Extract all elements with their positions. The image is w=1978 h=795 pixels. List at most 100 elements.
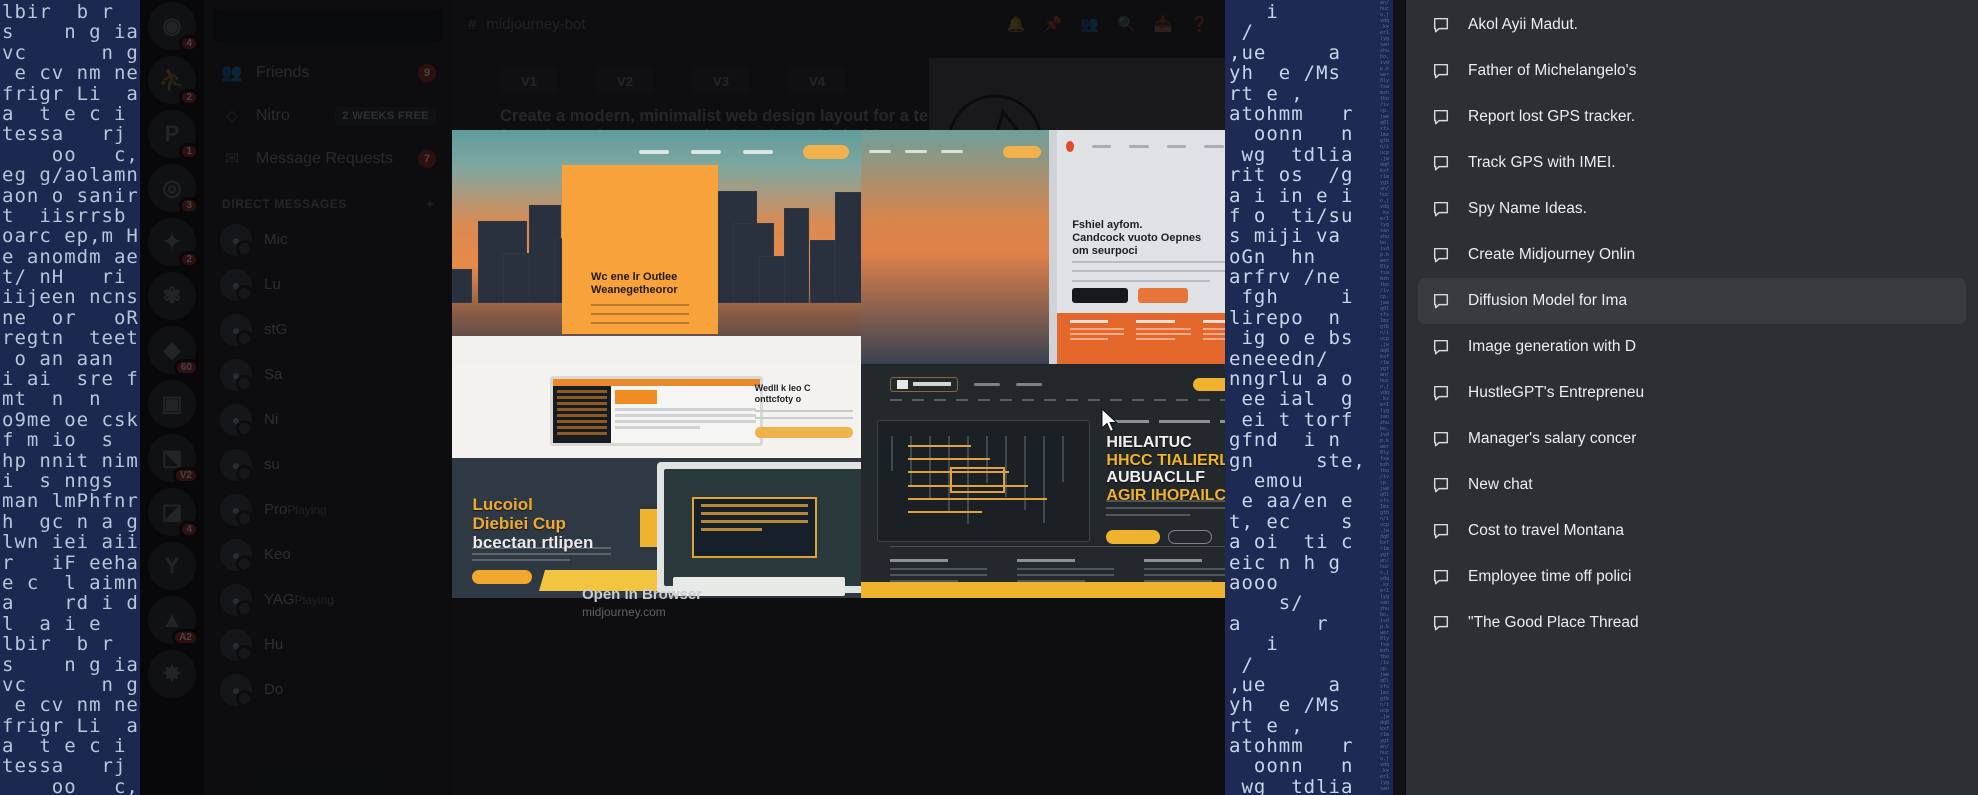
conversation-title: Track GPS with IMEI. bbox=[1468, 154, 1616, 171]
open-in-browser-link[interactable]: Open in Browser midjourney.com bbox=[582, 586, 702, 619]
pin-icon[interactable]: 📌 bbox=[1044, 15, 1063, 33]
server-icon-server-blue[interactable]: ◆ 60 bbox=[148, 326, 199, 376]
conversation-item[interactable]: Spy Name Ideas. bbox=[1418, 186, 1966, 232]
code-line: s n g ia bbox=[2, 21, 139, 44]
code-line: f m io s a bbox=[2, 429, 140, 452]
grid-image-1[interactable]: Wc ene lr Outlee Weanegetheoror bbox=[452, 130, 861, 364]
hero-line1-4: HIELAITUC bbox=[1106, 434, 1192, 452]
chat-bubble-icon bbox=[1433, 385, 1449, 401]
server-icon-server-home[interactable]: ◉ 4 bbox=[148, 2, 199, 52]
variation-button-v3[interactable]: V3 bbox=[692, 68, 750, 94]
server-icon-server-sketch[interactable]: ✦ 2 bbox=[148, 218, 199, 268]
variation-button-v4[interactable]: V4 bbox=[788, 68, 846, 94]
variation-button-v1[interactable]: V1 bbox=[500, 68, 558, 94]
help-icon[interactable]: ❓ bbox=[1190, 15, 1209, 33]
conversation-item[interactable]: Manager's salary concer bbox=[1418, 416, 1966, 462]
code-line: / bbox=[1229, 653, 1254, 676]
conversation-item[interactable]: New chat bbox=[1418, 462, 1966, 508]
dm-list-item[interactable]: ● ProPlaying bbox=[212, 488, 444, 532]
conversation-item[interactable]: Akol Ayii Madut. bbox=[1418, 2, 1966, 48]
dm-name: Pro bbox=[264, 501, 288, 518]
nav-label: Message Requests bbox=[256, 150, 393, 167]
variation-button-v2[interactable]: V2 bbox=[596, 68, 654, 94]
code-line: tessa rj n bbox=[2, 123, 127, 146]
code-line: ei t torf bbox=[1229, 408, 1354, 431]
conversation-item[interactable]: Image generation with D bbox=[1418, 324, 1966, 370]
conversation-item[interactable]: Track GPS with IMEI. bbox=[1418, 140, 1966, 186]
nav-item-friends[interactable]: 👥 Friends 9 bbox=[212, 52, 444, 94]
search-icon[interactable]: 🔍 bbox=[1117, 15, 1136, 33]
conversation-title: "The Good Place Thread bbox=[1468, 614, 1639, 631]
mock-monitor-3 bbox=[550, 375, 763, 446]
direct-messages-label: DIRECT MESSAGES bbox=[222, 197, 348, 211]
dm-list-item[interactable]: ● su bbox=[212, 443, 444, 487]
server-icon-server-cap[interactable]: ▲ A2 bbox=[148, 596, 199, 646]
midjourney-image-grid[interactable]: Wc ene lr Outlee Weanegetheoror Fshiel a… bbox=[452, 130, 1225, 598]
server-badge: V2 bbox=[172, 467, 199, 484]
dm-list-item[interactable]: ● Ni bbox=[212, 398, 444, 442]
discord-search-input[interactable] bbox=[214, 9, 442, 43]
server-yasm-icon: Y bbox=[164, 553, 180, 578]
add-dm-icon[interactable]: + bbox=[426, 197, 434, 211]
dm-name: YAG bbox=[264, 591, 295, 608]
code-line: nngrlu a o bbox=[1229, 368, 1354, 391]
conversation-item[interactable]: Report lost GPS tracker. bbox=[1418, 94, 1966, 140]
nav-item-nitro[interactable]: ⬦ Nitro 2 WEEKS FREE bbox=[212, 95, 444, 137]
server-badge: A2 bbox=[172, 629, 199, 646]
code-line: oGn hn bbox=[1229, 245, 1317, 268]
conversation-item[interactable]: Employee time off polici bbox=[1418, 554, 1966, 600]
conversation-title: HustleGPT's Entrepreneu bbox=[1468, 384, 1645, 401]
server-icon-server-dice[interactable]: ⬔ V2 bbox=[148, 434, 199, 484]
conversation-item[interactable]: HustleGPT's Entrepreneu bbox=[1418, 370, 1966, 416]
nav-badge: 7 bbox=[418, 150, 436, 168]
server-icon-server-figure[interactable]: ⛹ 2 bbox=[148, 56, 199, 106]
grid-image-2[interactable]: Fshiel ayfom. Candcock vuoto Oepnes om s… bbox=[861, 130, 1225, 364]
dm-list-item[interactable]: ● Mic bbox=[212, 218, 444, 262]
dm-list-item[interactable]: ● Do bbox=[212, 668, 444, 712]
dm-list-item[interactable]: ● stG bbox=[212, 308, 444, 352]
nav-badge: 2 WEEKS FREE bbox=[335, 107, 436, 125]
mock-cta-1 bbox=[803, 145, 849, 160]
dm-list-item[interactable]: ● Sa bbox=[212, 353, 444, 397]
server-icon-server-orange[interactable]: ▣ bbox=[148, 380, 196, 428]
code-line: yh e /Ms bbox=[1229, 694, 1341, 717]
discord-server-rail[interactable]: ◉ 4 ⛹ 2 P 1 ◎ 3 ✦ 2 ✾ ◆ 60 ▣ ⬔ V2 ◪ 4 Y ▲ A2 ✸ bbox=[140, 0, 204, 795]
code-line: hp nnit nim bbox=[2, 449, 139, 472]
channel-actions[interactable]: 🔔 📌 👥 🔍 📥 ❓ bbox=[1007, 15, 1209, 33]
conversation-item[interactable]: Diffusion Model for Ima bbox=[1418, 278, 1966, 324]
server-icon-server-yasm[interactable]: Y bbox=[148, 542, 196, 590]
code-line: s/ bbox=[1229, 592, 1304, 615]
server-sketch-icon: ✦ bbox=[162, 229, 182, 254]
dm-list-item[interactable]: ● Lu bbox=[212, 263, 444, 307]
bell-icon[interactable]: 🔔 bbox=[1007, 15, 1026, 33]
nav-item-message-requests[interactable]: ✉ Message Requests 7 bbox=[212, 138, 444, 180]
conversation-item[interactable]: Cost to travel Montana bbox=[1418, 508, 1966, 554]
code-line: a t e c i i bbox=[2, 102, 127, 125]
server-icon-server-box[interactable]: ◪ 4 bbox=[148, 488, 199, 538]
code-line: wg tdlia bbox=[1229, 775, 1354, 795]
code-line: tessa rj n bbox=[2, 755, 127, 778]
server-orange-icon: ▣ bbox=[161, 391, 183, 416]
conversation-item[interactable]: Create Midjourney Onlin bbox=[1418, 232, 1966, 278]
server-icon-server-finger[interactable]: ✸ bbox=[148, 650, 196, 698]
server-icon-server-purple-p[interactable]: P1 bbox=[148, 110, 199, 160]
inbox-icon[interactable]: 📥 bbox=[1154, 15, 1173, 33]
grid-image-3[interactable]: Wedll k leo C onttcfoty o Lucoiol Diebie… bbox=[452, 364, 861, 598]
grid-image-4[interactable]: HIELAITUC HHCC TIALIERL AUBUACLLF AGIR I… bbox=[861, 364, 1225, 598]
members-icon[interactable]: 👥 bbox=[1080, 15, 1099, 33]
conversation-item[interactable]: Father of Michelangelo's bbox=[1418, 48, 1966, 94]
code-line: rt e , bbox=[1229, 82, 1304, 105]
variation-button-row[interactable]: V1 V2 V3 V4 bbox=[500, 68, 846, 94]
hero-headline-4: HIELAITUC HHCC TIALIERL AUBUACLLF AGIR I… bbox=[1106, 434, 1225, 504]
conversation-title: Cost to travel Montana bbox=[1468, 522, 1624, 539]
conversation-item[interactable]: "The Good Place Thread bbox=[1418, 600, 1966, 646]
dm-name: Sa bbox=[264, 366, 283, 383]
code-line: e aa/en e bbox=[1229, 490, 1354, 513]
server-purple-p-icon: P bbox=[164, 121, 180, 146]
server-icon-server-openai[interactable]: ✾ bbox=[148, 272, 196, 320]
dm-name: Ni bbox=[264, 411, 279, 428]
dm-list-item[interactable]: ● Hu bbox=[212, 623, 444, 667]
server-icon-server-circle[interactable]: ◎ 3 bbox=[148, 164, 199, 214]
dm-list-item[interactable]: ● YAGPlaying bbox=[212, 578, 444, 622]
dm-list-item[interactable]: ● Keo bbox=[212, 533, 444, 577]
